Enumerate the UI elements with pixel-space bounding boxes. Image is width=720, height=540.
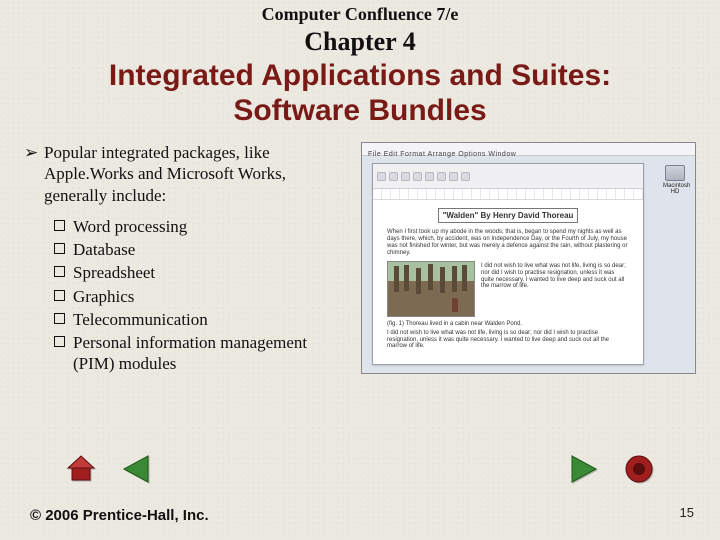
list-item: Telecommunication bbox=[54, 309, 349, 330]
book-title: Computer Confluence 7/e bbox=[0, 4, 720, 25]
toolbar-button-icon bbox=[449, 172, 458, 181]
box-bullet-icon bbox=[54, 220, 65, 231]
box-bullet-icon bbox=[54, 313, 65, 324]
disk-label: Macintosh HD bbox=[663, 183, 687, 195]
mac-menubar-text: File Edit Format Arrange Options Window bbox=[368, 151, 516, 158]
toolbar-button-icon bbox=[401, 172, 410, 181]
section-title-line2: Software Bundles bbox=[233, 94, 486, 127]
arrow-bullet-icon: ➢ bbox=[24, 142, 40, 163]
nav-group-left bbox=[64, 452, 154, 486]
feature-list: Word processing Database Spreadsheet Gra… bbox=[54, 216, 349, 375]
page-number: 15 bbox=[680, 505, 694, 520]
toolbar-button-icon bbox=[389, 172, 398, 181]
list-item-label: Personal information management (PIM) mo… bbox=[73, 332, 349, 375]
last-button[interactable] bbox=[622, 452, 656, 486]
person-figure-icon bbox=[452, 298, 458, 312]
box-bullet-icon bbox=[54, 243, 65, 254]
section-title: Integrated Applications and Suites: Soft… bbox=[0, 59, 720, 128]
copyright: © 2006 Prentice-Hall, Inc. bbox=[30, 507, 209, 524]
list-item: Graphics bbox=[54, 286, 349, 307]
section-title-line1: Integrated Applications and Suites: bbox=[109, 59, 611, 92]
list-item: Spreadsheet bbox=[54, 262, 349, 283]
toolbar-button-icon bbox=[461, 172, 470, 181]
chapter-label: Chapter 4 bbox=[0, 27, 720, 57]
doc-title: "Walden" By Henry David Thoreau bbox=[438, 208, 579, 223]
list-item-label: Telecommunication bbox=[73, 309, 208, 330]
image-column: File Edit Format Arrange Options Window … bbox=[361, 142, 696, 377]
slide-header: Computer Confluence 7/e Chapter 4 Integr… bbox=[0, 0, 720, 128]
doc-inline-image bbox=[387, 261, 475, 317]
doc-ruler bbox=[373, 189, 643, 200]
box-bullet-icon bbox=[54, 290, 65, 301]
doc-caption: (fig. 1) Thoreau lived in a cabin near W… bbox=[387, 321, 629, 328]
list-item: Database bbox=[54, 239, 349, 260]
box-bullet-icon bbox=[54, 266, 65, 277]
doc-paragraph: When I first took up my abode in the woo… bbox=[387, 229, 629, 257]
home-button[interactable] bbox=[64, 452, 98, 486]
list-item-label: Spreadsheet bbox=[73, 262, 155, 283]
toolbar-button-icon bbox=[377, 172, 386, 181]
list-item: Personal information management (PIM) mo… bbox=[54, 332, 349, 375]
content-row: ➢ Popular integrated packages, like Appl… bbox=[0, 128, 720, 377]
doc-paragraph: I did not wish to live what was not life… bbox=[387, 330, 629, 351]
doc-paragraph: I did not wish to live what was not life… bbox=[481, 263, 629, 315]
list-item-label: Graphics bbox=[73, 286, 134, 307]
intro-bullet: ➢ Popular integrated packages, like Appl… bbox=[24, 142, 349, 206]
intro-text: Popular integrated packages, like Apple.… bbox=[44, 142, 349, 206]
list-item-label: Database bbox=[73, 239, 135, 260]
nav-bar bbox=[0, 452, 720, 486]
disk-icon bbox=[665, 165, 685, 181]
doc-toolbar bbox=[373, 164, 643, 189]
slide: Computer Confluence 7/e Chapter 4 Integr… bbox=[0, 0, 720, 540]
toolbar-button-icon bbox=[425, 172, 434, 181]
nav-group-right bbox=[566, 452, 656, 486]
doc-body: "Walden" By Henry David Thoreau When I f… bbox=[373, 200, 643, 358]
text-column: ➢ Popular integrated packages, like Appl… bbox=[24, 142, 349, 377]
document-window: "Walden" By Henry David Thoreau When I f… bbox=[372, 163, 644, 365]
toolbar-button-icon bbox=[437, 172, 446, 181]
hard-disk-icon: Macintosh HD bbox=[663, 165, 687, 195]
mac-menubar: File Edit Format Arrange Options Window bbox=[362, 143, 695, 156]
next-button[interactable] bbox=[566, 452, 600, 486]
prev-button[interactable] bbox=[120, 452, 154, 486]
toolbar-button-icon bbox=[413, 172, 422, 181]
list-item-label: Word processing bbox=[73, 216, 187, 237]
appleworks-screenshot: File Edit Format Arrange Options Window … bbox=[361, 142, 696, 374]
list-item: Word processing bbox=[54, 216, 349, 237]
box-bullet-icon bbox=[54, 336, 65, 347]
